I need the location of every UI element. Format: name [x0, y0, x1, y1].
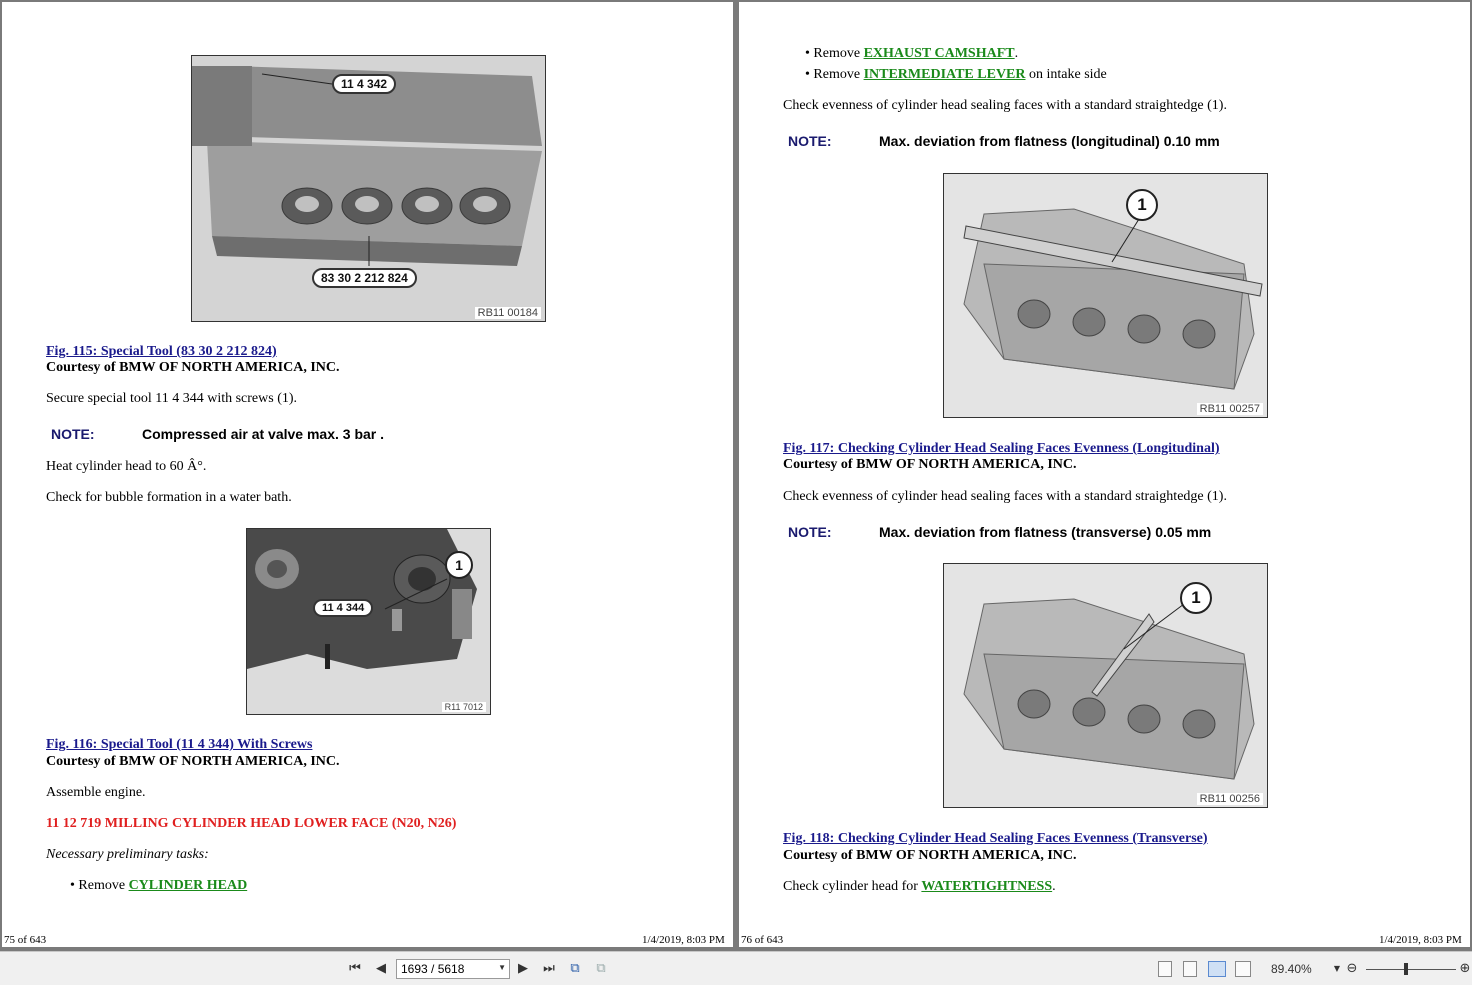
- list-item-prefix: Remove: [78, 878, 126, 893]
- paragraph-heat-head: Heat cylinder head to 60 Â°.: [46, 459, 207, 474]
- zoom-slider-track[interactable]: [1366, 969, 1456, 970]
- note-label: NOTE:: [788, 133, 832, 149]
- watertightness-link[interactable]: WATERTIGHTNESS: [921, 879, 1052, 894]
- paragraph-secure-tool: Secure special tool 11 4 344 with screws…: [46, 391, 298, 406]
- document-page-right: • Remove EXHAUST CAMSHAFT. • Remove INTE…: [739, 2, 1470, 947]
- figure-code: RB11 00184: [474, 307, 541, 319]
- prelim-tasks-label: Necessary preliminary tasks:: [46, 847, 209, 862]
- figure-117-caption-link[interactable]: Fig. 117: Checking Cylinder Head Sealing…: [783, 441, 1220, 457]
- list-item-prefix: Remove: [813, 67, 861, 82]
- exhaust-camshaft-link[interactable]: EXHAUST CAMSHAFT: [864, 46, 1015, 61]
- zoom-slider-thumb[interactable]: [1404, 963, 1408, 975]
- paragraph-watertightness: Check cylinder head for WATERTIGHTNESS.: [783, 879, 1056, 895]
- note-text: Max. deviation from flatness (longitudin…: [879, 133, 1220, 149]
- last-page-icon[interactable]: ⏭: [540, 960, 558, 978]
- note-label: NOTE:: [51, 426, 95, 442]
- figure-118-courtesy: Courtesy of BMW OF NORTH AMERICA, INC.: [783, 848, 1077, 863]
- callout-tool-11-4-342: 11 4 342: [332, 74, 397, 94]
- note-label: NOTE:: [788, 524, 832, 540]
- figure-116-courtesy: Courtesy of BMW OF NORTH AMERICA, INC.: [46, 754, 340, 769]
- page-footer-timestamp: 1/4/2019, 8:03 PM: [1379, 934, 1462, 946]
- list-item-remove-intermediate-lever: • Remove INTERMEDIATE LEVER on intake si…: [805, 67, 1107, 83]
- paragraph-bubble-check: Check for bubble formation in a water ba…: [46, 490, 292, 505]
- callout-tool-11-4-344: 11 4 344: [313, 599, 374, 617]
- rotate-clockwise-icon[interactable]: ⧉: [566, 960, 584, 978]
- chevron-down-icon[interactable]: ▼: [498, 963, 506, 972]
- cylinder-head-link[interactable]: CYLINDER HEAD: [129, 878, 248, 893]
- straightedge-longitudinal-illustration: [944, 174, 1267, 417]
- callout-number-1: 1: [1126, 189, 1158, 221]
- first-page-icon[interactable]: ⏮: [346, 960, 364, 978]
- list-item-remove-cylinder-head: • Remove CYLINDER HEAD: [70, 878, 247, 894]
- bullet-dot: •: [805, 46, 810, 61]
- continuous-view-icon[interactable]: [1183, 961, 1197, 977]
- callout-number-1: 1: [1180, 582, 1212, 614]
- two-page-continuous-view-icon[interactable]: [1235, 961, 1251, 977]
- straightedge-transverse-illustration: [944, 564, 1267, 807]
- figure-118-caption-link[interactable]: Fig. 118: Checking Cylinder Head Sealing…: [783, 831, 1208, 847]
- paragraph-suffix: .: [1052, 879, 1056, 894]
- callout-number-1: 1: [445, 551, 473, 579]
- zoom-level[interactable]: 89.40%: [1271, 962, 1312, 976]
- figure-115-caption-link[interactable]: Fig. 115: Special Tool (83 30 2 212 824): [46, 344, 277, 360]
- intermediate-lever-link[interactable]: INTERMEDIATE LEVER: [864, 67, 1026, 82]
- zoom-in-icon[interactable]: ⊕: [1456, 960, 1472, 978]
- section-heading-milling: 11 12 719 MILLING CYLINDER HEAD LOWER FA…: [46, 816, 457, 831]
- figure-code: RB11 00256: [1196, 793, 1263, 805]
- figure-118-image: 1 RB11 00256: [943, 563, 1268, 808]
- figure-116-caption-link[interactable]: Fig. 116: Special Tool (11 4 344) With S…: [46, 737, 312, 753]
- paragraph-check-evenness-2: Check evenness of cylinder head sealing …: [783, 489, 1227, 504]
- paragraph-check-evenness-1: Check evenness of cylinder head sealing …: [783, 98, 1227, 113]
- document-page-left: 11 4 342 83 30 2 212 824 RB11 00184 Fig.…: [2, 2, 733, 947]
- list-item-suffix: on intake side: [1029, 67, 1107, 82]
- single-page-view-icon[interactable]: [1158, 961, 1172, 977]
- prev-page-icon[interactable]: ◀: [372, 960, 390, 978]
- paragraph-prefix: Check cylinder head for: [783, 879, 918, 894]
- figure-code: R11 7012: [441, 702, 486, 712]
- list-item-suffix: .: [1014, 46, 1019, 61]
- page-footer-number: 76 of 643: [741, 934, 784, 946]
- list-item-prefix: Remove: [813, 46, 861, 61]
- page-footer-timestamp: 1/4/2019, 8:03 PM: [642, 934, 725, 946]
- page-number-value: 1693 / 5618: [401, 962, 465, 976]
- page-footer-number: 75 of 643: [4, 934, 47, 946]
- note-text: Max. deviation from flatness (transverse…: [879, 524, 1212, 540]
- bullet-dot: •: [805, 67, 810, 82]
- note-text: Compressed air at valve max. 3 bar .: [142, 426, 385, 442]
- paragraph-assemble-engine: Assemble engine.: [46, 785, 146, 800]
- zoom-out-icon[interactable]: ⊖: [1343, 960, 1361, 978]
- list-item-remove-exhaust-camshaft: • Remove EXHAUST CAMSHAFT.: [805, 46, 1018, 62]
- figure-117-courtesy: Courtesy of BMW OF NORTH AMERICA, INC.: [783, 457, 1077, 472]
- rotate-counterclockwise-icon[interactable]: ⧉: [592, 960, 610, 978]
- bullet-dot: •: [70, 878, 75, 893]
- page-number-input[interactable]: 1693 / 5618 ▼: [396, 959, 510, 979]
- figure-115-image: 11 4 342 83 30 2 212 824 RB11 00184: [191, 55, 546, 322]
- figure-116-image: 11 4 344 1 R11 7012: [246, 528, 491, 715]
- figure-115-courtesy: Courtesy of BMW OF NORTH AMERICA, INC.: [46, 360, 340, 375]
- next-page-icon[interactable]: ▶: [514, 960, 532, 978]
- figure-code: RB11 00257: [1196, 403, 1263, 415]
- two-page-view-icon[interactable]: [1208, 961, 1226, 977]
- figure-117-image: 1 RB11 00257: [943, 173, 1268, 418]
- callout-tool-83-30-2-212-824: 83 30 2 212 824: [312, 268, 417, 288]
- navigation-toolbar: ⏮ ◀ 1693 / 5618 ▼ ▶ ⏭ ⧉ ⧉ 89.40% ▼ ⊖ ⊕: [0, 951, 1472, 985]
